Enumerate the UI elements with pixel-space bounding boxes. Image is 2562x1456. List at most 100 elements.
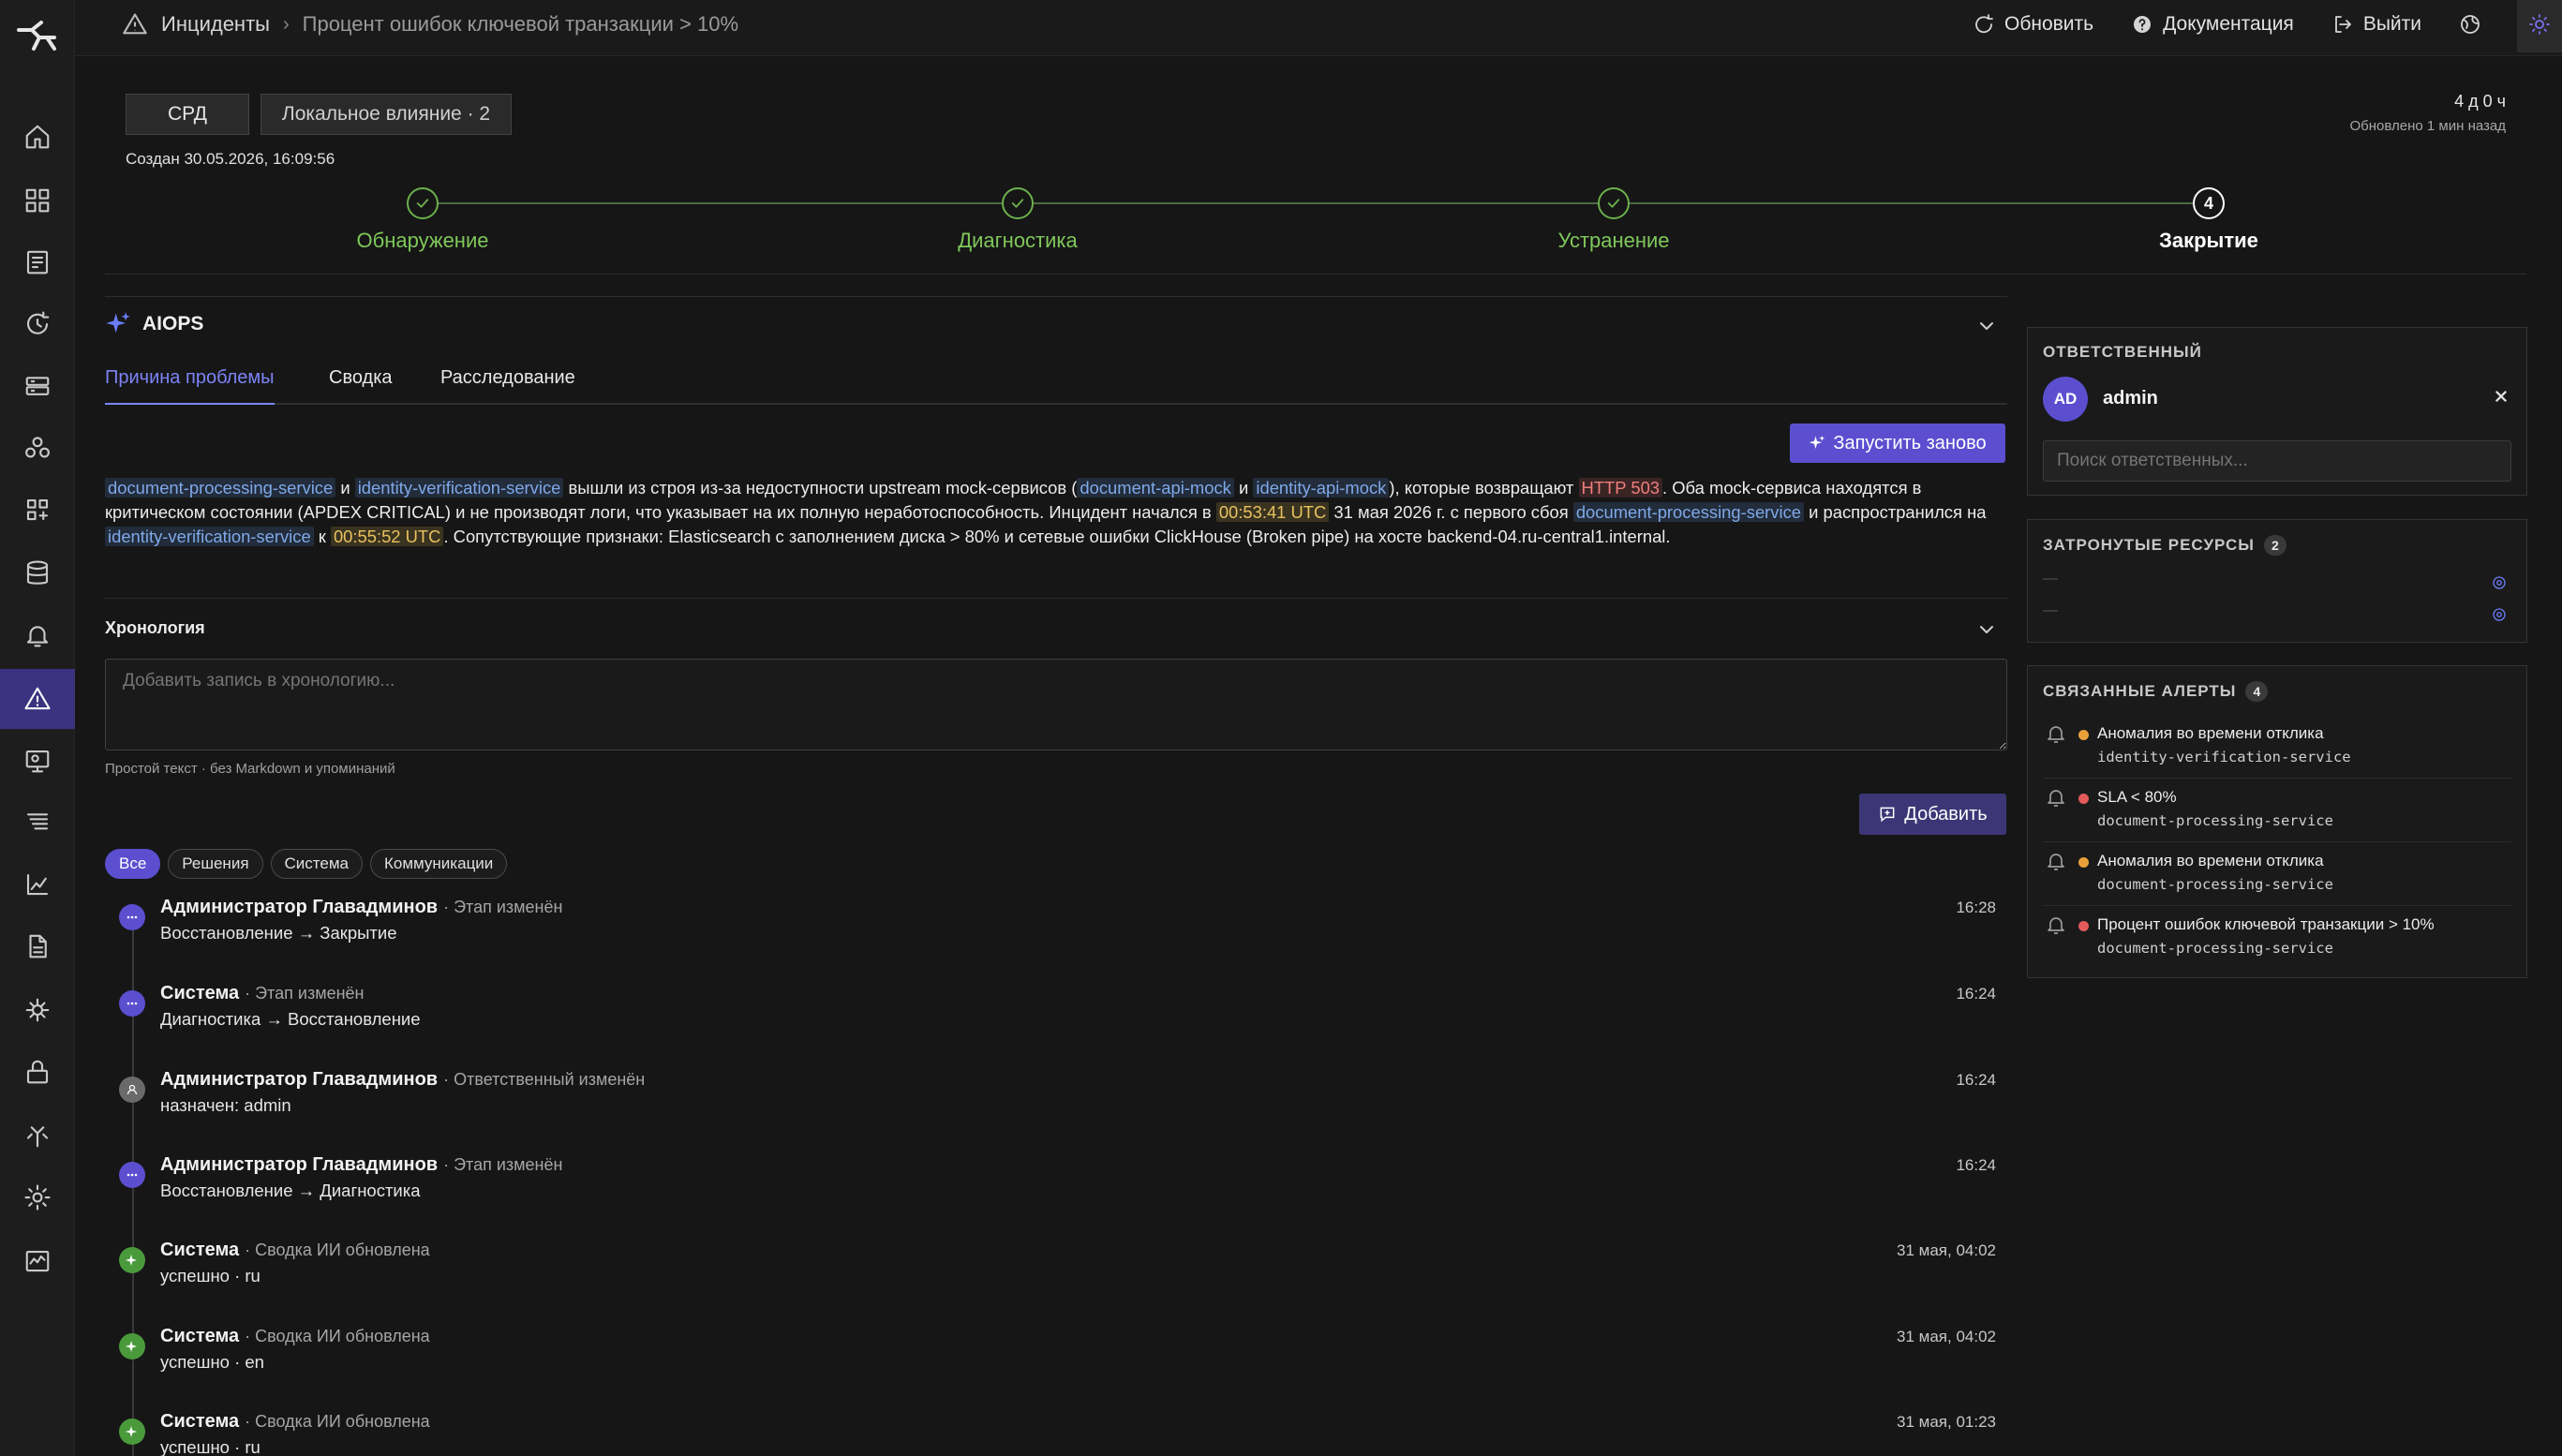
impact-tag: Локальное влияние · 2 [261,94,512,135]
settings-gear-icon[interactable] [0,1167,75,1227]
breadcrumb-current: Процент ошибок ключевой транзакции > 10% [302,12,739,36]
warning-icon [123,13,147,35]
step-remediation-check [1598,187,1630,219]
step-label-closure: Закрытие [2159,229,2258,252]
cause-text: вышли из строя из-за недоступности upstr… [563,478,1078,498]
alert-item[interactable]: Аномалия во времени отклика document-pro… [2043,842,2511,906]
entry-author: Система [160,1326,240,1346]
globe-icon [2461,15,2480,34]
topology-icon[interactable] [0,418,75,478]
entry-action: · Этап изменён [443,1155,563,1174]
network-icon[interactable] [0,980,75,1040]
chevron-down-icon[interactable] [1975,618,1998,641]
language-button[interactable] [2459,13,2481,36]
security-lock-icon[interactable] [0,1042,75,1102]
remove-assignee-button[interactable] [2491,386,2511,407]
entry-detail: успешно · ru [160,1437,261,1456]
alert-item[interactable]: Аномалия во времени отклика identity-ver… [2043,715,2511,779]
resource-link-icon[interactable] [2491,606,2508,623]
resource-name: — [2043,571,2058,587]
service-link[interactable]: identity-verification-service [105,527,314,546]
step-label-remediation: Устранение [1557,229,1670,252]
entry-author: Система [160,983,240,1003]
monitors-icon[interactable] [0,731,75,791]
chronology-title: Хронология [105,618,205,637]
chronology-filters: Все Решения Система Коммуникации [105,849,508,879]
metrics-chart-icon[interactable] [0,854,75,914]
service-link[interactable]: identity-verification-service [354,478,564,498]
resource-row[interactable]: — [2043,602,2511,629]
tab-investigation[interactable]: Расследование [440,367,575,405]
chronology-entry-input[interactable] [105,659,2007,750]
tab-root-cause[interactable]: Причина проблемы [105,367,275,405]
step-label-diagnostics: Диагностика [958,229,1078,252]
chevron-down-icon[interactable] [1975,315,1998,337]
logout-button[interactable]: Выйти [2331,13,2421,36]
dashboard-grid-icon[interactable] [0,171,75,230]
ai-summary-icon [119,1419,145,1445]
servers-icon[interactable] [0,356,75,416]
filter-decisions[interactable]: Решения [168,849,263,879]
alert-item[interactable]: Процент ошибок ключевой транзакции > 10%… [2043,906,2511,970]
database-icon[interactable] [0,543,75,603]
alert-title: Аномалия во времени отклика [2097,724,2324,742]
reports-document-icon[interactable] [0,916,75,976]
sync-icon[interactable] [0,294,75,354]
rerun-analysis-button[interactable]: Запустить заново [1790,423,2005,463]
docs-button[interactable]: Документация [2131,13,2294,36]
timeline-entry: Система · Сводка ИИ обновлена успешно · r… [105,1240,2007,1315]
aiops-title: AIOPS [142,313,204,334]
step-detection-check [407,187,439,219]
step-diagnostics-check [1002,187,1034,219]
assignee-search-input[interactable] [2043,440,2511,482]
assignee-panel: ОТВЕТСТВЕННЫЙ AD admin [2027,327,2527,496]
alert-service: document-processing-service [2097,812,2333,829]
integrations-icon[interactable] [0,1106,75,1166]
entry-detail: успешно · en [160,1352,264,1372]
entry-author: Администратор Главадминов [160,897,439,917]
timestamp-badge: 00:53:41 UTC [1215,502,1330,522]
resource-row[interactable]: — [2043,571,2511,597]
severity-dot [2078,921,2089,931]
filter-system[interactable]: Система [270,849,363,879]
filter-all[interactable]: Все [105,849,161,879]
avatar: AD [2043,377,2088,422]
alert-title: Процент ошибок ключевой транзакции > 10% [2097,915,2435,933]
entry-action: · Сводка ИИ обновлена [245,1241,430,1259]
tab-summary[interactable]: Сводка [329,367,393,405]
logo-icon[interactable] [13,17,62,56]
refresh-button[interactable]: Обновить [1973,13,2093,36]
services-icon[interactable] [0,232,75,292]
entry-detail: Восстановление → Закрытие [160,923,397,943]
service-link[interactable]: identity-api-mock [1253,478,1390,498]
resource-link-icon[interactable] [2491,574,2508,591]
check-icon [1011,199,1024,208]
cause-text: и [1233,478,1254,498]
stage-change-icon [119,904,145,930]
service-link[interactable]: document-processing-service [1572,502,1805,522]
add-entry-button[interactable]: Добавить [1859,794,2006,835]
entry-action: · Этап изменён [443,898,563,916]
user-icon [119,1077,145,1103]
severity-dot [2078,730,2089,740]
home-icon[interactable] [0,107,75,167]
timeline-entry: Администратор Главадминов · Ответственный… [105,1069,2007,1144]
service-link[interactable]: document-processing-service [105,478,336,498]
alerts-bell-icon[interactable] [0,605,75,665]
timeline-entry: Администратор Главадминов · Этап изменён … [105,1154,2007,1229]
check-icon [1607,199,1620,208]
theme-toggle-button[interactable] [2517,0,2562,52]
service-link[interactable]: document-api-mock [1077,478,1234,498]
alert-item[interactable]: SLA < 80% document-processing-service [2043,779,2511,842]
alerts-count: 4 [2245,681,2269,702]
sidebar [0,0,75,1456]
entry-action: · Сводка ИИ обновлена [245,1327,430,1345]
entry-detail: Восстановление → Диагностика [160,1181,421,1200]
activity-icon[interactable] [0,1231,75,1291]
apps-grid-icon[interactable] [0,480,75,540]
breadcrumb-incidents-link[interactable]: Инциденты [161,12,270,37]
filter-communications[interactable]: Коммуникации [370,849,508,879]
divider [105,274,2526,275]
incidents-warning-icon[interactable] [0,669,75,729]
logs-icon[interactable] [0,793,75,853]
